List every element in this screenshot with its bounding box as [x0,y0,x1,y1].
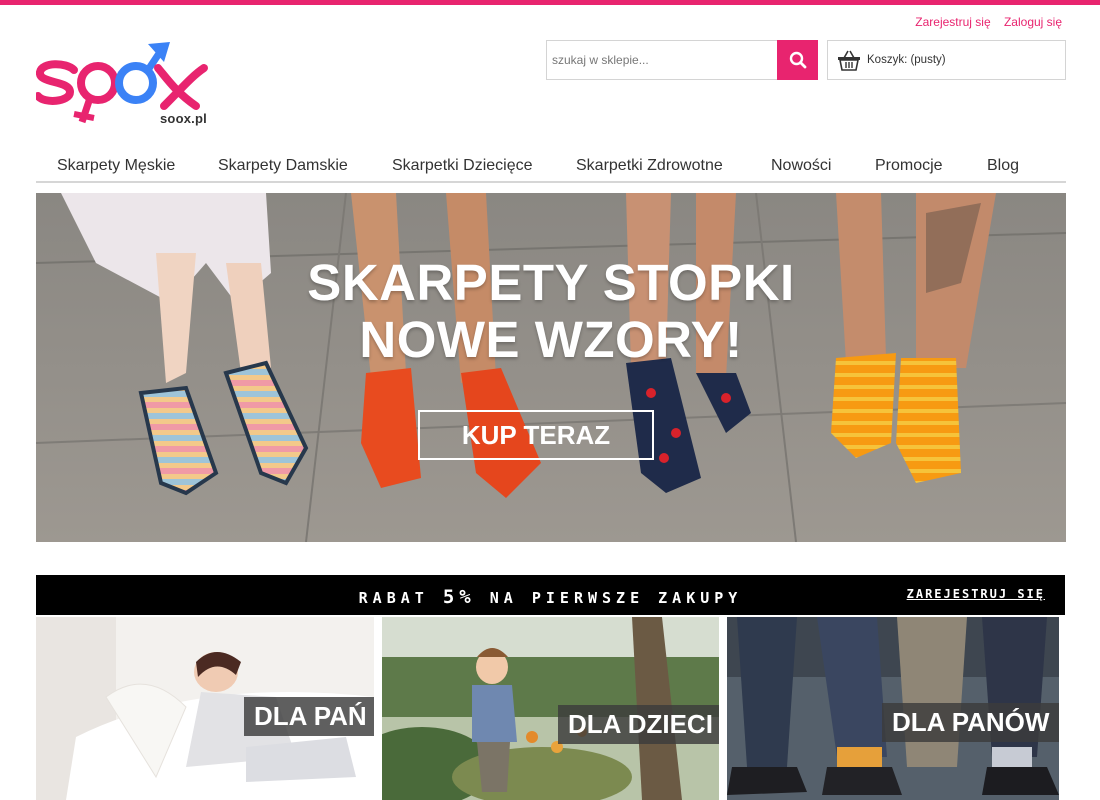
hero-banner[interactable]: SKARPETY STOPKI NOWE WZORY! KUP TERAZ [36,193,1066,542]
promo-register-link[interactable]: ZAREJESTRUJ SIĘ [907,587,1045,601]
main-nav: Skarpety Męskie Skarpety Damskie Skarpet… [36,151,1066,183]
category-label-women: DLA PAŃ [244,697,374,736]
category-label-kids: DLA DZIECI [558,705,719,744]
search-icon [789,51,806,69]
category-label-men: DLA PANÓW [882,703,1059,742]
register-link[interactable]: Zarejestruj się [915,15,990,29]
category-tile-women[interactable]: DLA PAŃ [36,617,374,800]
nav-item-blog[interactable]: Blog [987,157,1019,175]
hero-headline-line2: NOWE WZORY! [359,311,743,368]
nav-item-promotions[interactable]: Promocje [875,157,943,175]
category-tile-kids[interactable]: DLA DZIECI [382,617,719,800]
nav-item-mens-socks[interactable]: Skarpety Męskie [57,157,175,175]
promo-banner[interactable]: RABAT 5% NA PIERWSZE ZAKUPY ZAREJESTRUJ … [36,575,1065,615]
top-accent-bar [0,0,1100,5]
nav-item-womens-socks[interactable]: Skarpety Damskie [218,157,348,175]
basket-icon [838,50,860,71]
search-box [546,40,818,80]
category-tile-men[interactable]: DLA PANÓW [727,617,1059,800]
logo-domain-text: soox.pl [160,111,207,126]
cart-label: Koszyk: (pusty) [867,54,946,66]
nav-item-health-socks[interactable]: Skarpetki Zdrowotne [576,157,723,175]
promo-highlight: 5% [442,586,476,608]
nav-item-kids-socks[interactable]: Skarpetki Dziecięce [392,157,533,175]
cart-button[interactable]: Koszyk: (pusty) [827,40,1066,80]
nav-item-new[interactable]: Nowości [771,157,831,175]
promo-text-after: NA PIERWSZE ZAKUPY [475,589,743,607]
hero-headline-line1: SKARPETY STOPKI [307,254,795,311]
promo-text-before: RABAT [358,589,443,607]
login-link[interactable]: Zaloguj się [1004,15,1062,29]
account-links: Zarejestruj się Zaloguj się [905,15,1062,29]
hero-buy-now-button[interactable]: KUP TERAZ [418,410,654,460]
search-input[interactable] [547,41,779,79]
search-button[interactable] [777,40,818,80]
